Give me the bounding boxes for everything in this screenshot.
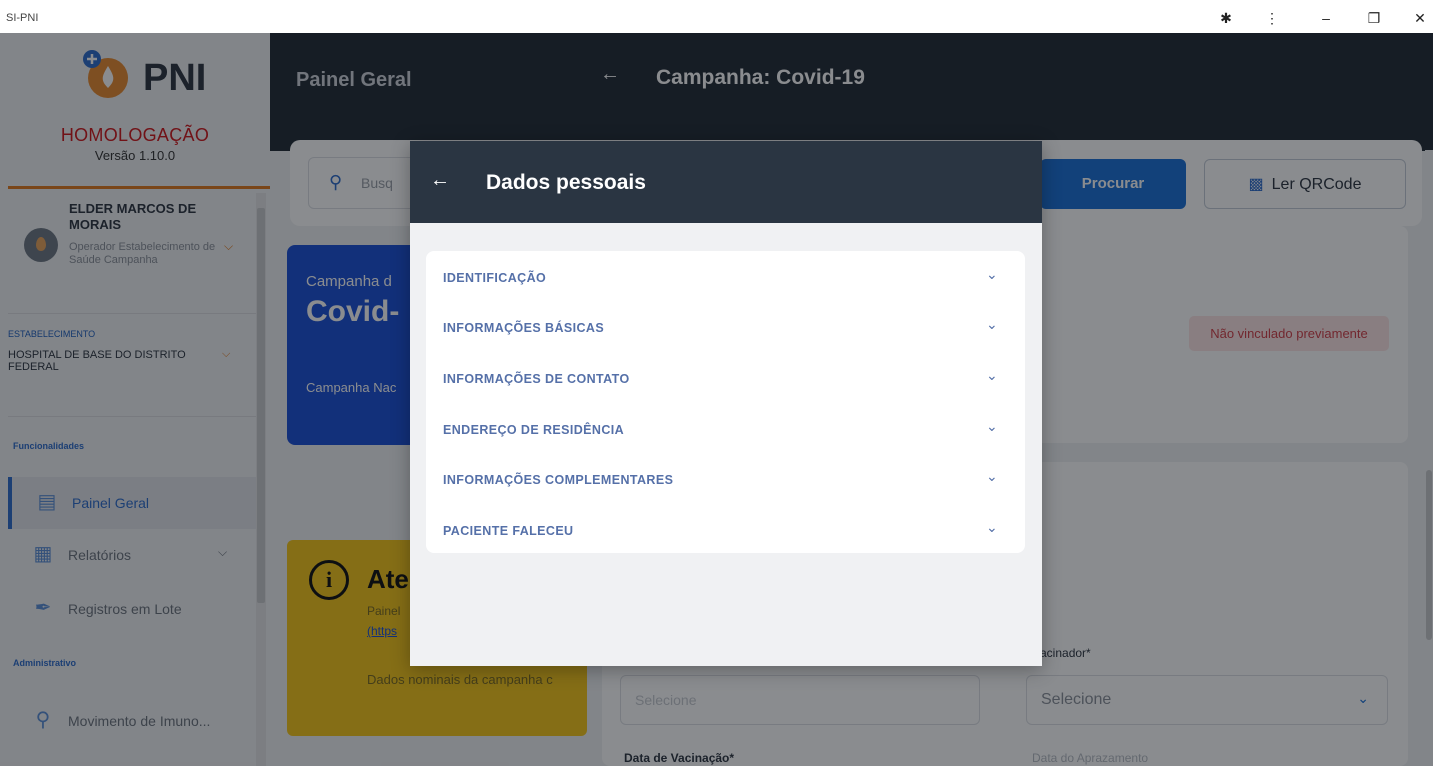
window-titlebar: SI-PNI ✱ ⋮ – ❐ ✕ [0, 0, 1433, 33]
window-title: SI-PNI [6, 12, 39, 24]
accordion-item-informacoes-complementares[interactable]: INFORMAÇÕES COMPLEMENTARES ⌄ [426, 454, 1025, 504]
close-icon[interactable]: ✕ [1410, 8, 1430, 28]
chevron-down-icon: ⌄ [986, 418, 998, 434]
accordion: IDENTIFICAÇÃO ⌄ INFORMAÇÕES BÁSICAS ⌄ IN… [426, 251, 1025, 553]
back-arrow-icon[interactable]: ← [430, 169, 450, 192]
extensions-icon[interactable]: ✱ [1216, 8, 1236, 28]
accordion-item-informacoes-basicas[interactable]: INFORMAÇÕES BÁSICAS ⌄ [426, 302, 1025, 352]
chevron-down-icon: ⌄ [986, 367, 998, 383]
chevron-down-icon: ⌄ [986, 519, 998, 535]
dados-pessoais-modal: ← Dados pessoais IDENTIFICAÇÃO ⌄ INFORMA… [410, 141, 1042, 666]
accordion-item-identificacao[interactable]: IDENTIFICAÇÃO ⌄ [426, 252, 1025, 302]
accordion-label: INFORMAÇÕES DE CONTATO [443, 372, 630, 386]
chevron-down-icon: ⌄ [986, 316, 998, 332]
accordion-item-informacoes-de-contato[interactable]: INFORMAÇÕES DE CONTATO ⌄ [426, 353, 1025, 403]
accordion-item-endereco-de-residencia[interactable]: ENDEREÇO DE RESIDÊNCIA ⌄ [426, 404, 1025, 454]
accordion-label: INFORMAÇÕES BÁSICAS [443, 321, 605, 335]
restore-icon[interactable]: ❐ [1364, 8, 1384, 28]
modal-title: Dados pessoais [486, 171, 646, 194]
accordion-label: INFORMAÇÕES COMPLEMENTARES [443, 473, 674, 487]
accordion-label: ENDEREÇO DE RESIDÊNCIA [443, 423, 625, 437]
menu-icon[interactable]: ⋮ [1262, 8, 1282, 28]
accordion-label: PACIENTE FALECEU [443, 524, 574, 538]
accordion-label: IDENTIFICAÇÃO [443, 271, 547, 285]
accordion-item-paciente-faleceu[interactable]: PACIENTE FALECEU ⌄ [426, 505, 1025, 555]
chevron-down-icon: ⌄ [986, 266, 998, 282]
minimize-icon[interactable]: – [1316, 8, 1336, 28]
chevron-down-icon: ⌄ [986, 468, 998, 484]
modal-header: ← Dados pessoais [410, 141, 1042, 223]
